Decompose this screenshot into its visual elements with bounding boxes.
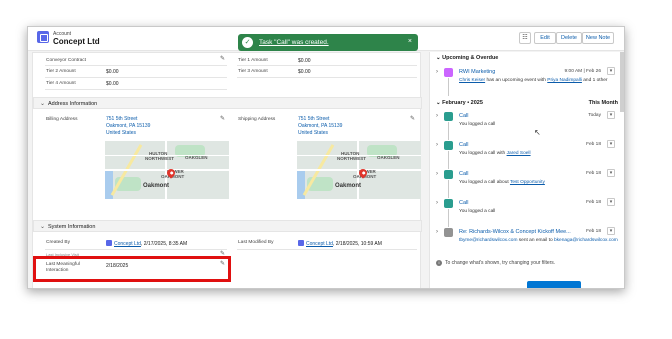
chevron-right-icon[interactable]: › <box>436 142 438 148</box>
shipping-address-line[interactable]: Oakmont, PA 15139 <box>298 123 342 129</box>
chevron-right-icon[interactable]: › <box>436 113 438 119</box>
call-icon <box>444 199 453 208</box>
field-label: Tier 3 Amount <box>238 69 268 74</box>
month-header[interactable]: ⌄ February • 2025 <box>436 100 483 106</box>
success-toast: ✓ Task "Call" was created. × <box>238 34 418 51</box>
user-icon <box>298 240 304 246</box>
created-by-label: Created By <box>46 240 70 245</box>
field-value: $0.00 <box>106 81 119 87</box>
edit-pencil-icon[interactable]: ✎ <box>220 55 225 62</box>
mouse-cursor-icon: ↖ <box>534 128 541 137</box>
item-menu-button[interactable]: ▾ <box>607 140 615 148</box>
salesforce-window: Account Concept Ltd ☷ Edit Delete New No… <box>27 26 625 289</box>
timeline-item-call[interactable]: › Call Today ▾ You logged a call <box>430 110 624 140</box>
field-label: Conveyor Contract <box>46 58 86 63</box>
filter-note: i To change what's shown, try changing yo… <box>436 260 621 274</box>
billing-address-line[interactable]: Oakmont, PA 15139 <box>106 123 150 129</box>
field-value: $0.00 <box>298 69 311 75</box>
timeline-item-event[interactable]: › RWI Marketing 9:00 AM | Feb 26 ▾ Chris… <box>430 66 624 96</box>
success-check-icon: ✓ <box>242 37 253 48</box>
call-icon <box>444 141 453 150</box>
scrollbar[interactable] <box>620 52 624 112</box>
created-by-value: Concept Ltd, 2/17/2025, 8:35 AM <box>106 240 187 247</box>
edit-button[interactable]: Edit <box>534 32 556 44</box>
email-icon <box>444 228 453 237</box>
account-icon <box>37 31 49 43</box>
edit-pencil-icon[interactable]: ✎ <box>410 115 415 122</box>
shipping-map[interactable]: HULTON NORTHWEST OAKGLEN LOWER OAKMONT O… <box>297 141 421 199</box>
field-value: $0.00 <box>298 58 311 64</box>
field-label: Tier 2 Amount <box>46 69 76 74</box>
view-more-button[interactable] <box>527 281 581 288</box>
billing-address-line[interactable]: 751 5th Street <box>106 116 137 122</box>
month-label: This Month <box>588 100 618 106</box>
chevron-down-icon: ⌄ <box>40 224 46 230</box>
edit-pencil-icon[interactable]: ✎ <box>220 115 225 122</box>
system-section-header[interactable]: ⌄ System Information <box>33 220 422 232</box>
call-icon <box>444 170 453 179</box>
toast-message-link[interactable]: Task "Call" was created. <box>259 39 329 46</box>
record-name: Concept Ltd <box>53 37 100 46</box>
highlight-box <box>33 256 231 282</box>
chevron-right-icon[interactable]: › <box>436 200 438 206</box>
chevron-right-icon[interactable]: › <box>436 229 438 235</box>
item-menu-button[interactable]: ▾ <box>607 227 615 235</box>
field-label: Tier 4 Amount <box>46 81 76 86</box>
call-icon <box>444 112 453 121</box>
hierarchy-icon[interactable]: ☷ <box>519 32 531 44</box>
timeline-item-call[interactable]: › Call Feb 18 ▾ You logged a call about … <box>430 168 624 198</box>
new-note-button[interactable]: New Note <box>582 32 614 44</box>
billing-address-label: Billing Address <box>46 117 78 122</box>
last-modified-label: Last Modified By <box>238 240 274 245</box>
item-menu-button[interactable]: ▾ <box>607 169 615 177</box>
billing-address-line[interactable]: United States <box>106 130 136 136</box>
close-icon[interactable]: × <box>408 38 412 45</box>
details-card: Conveyor Contract ✎ Tier 2 Amount $0.00 … <box>32 52 422 288</box>
event-icon <box>444 68 453 77</box>
details-panel: Conveyor Contract ✎ Tier 2 Amount $0.00 … <box>32 52 422 288</box>
field-value: $0.00 <box>106 69 119 75</box>
item-menu-button[interactable]: ▾ <box>607 111 615 119</box>
info-icon: i <box>436 260 442 266</box>
item-menu-button[interactable]: ▾ <box>607 67 615 75</box>
last-modified-value: Concept Ltd, 2/18/2025, 10:59 AM <box>298 240 382 247</box>
user-icon <box>106 240 112 246</box>
activity-timeline: ⌄ Upcoming & Overdue › RWI Marketing 9:0… <box>429 52 624 288</box>
item-menu-button[interactable]: ▾ <box>607 198 615 206</box>
timeline-item-call[interactable]: › Call Feb 18 ▾ You logged a call <box>430 197 624 227</box>
chevron-down-icon: ⌄ <box>40 101 46 107</box>
chevron-right-icon[interactable]: › <box>436 69 438 75</box>
billing-map[interactable]: HULTON NORTHWEST OAKGLEN LOWER OAKMONT O… <box>105 141 229 199</box>
field-label: Tier 1 Amount <box>238 58 268 63</box>
shipping-address-line[interactable]: United States <box>298 130 328 136</box>
delete-button[interactable]: Delete <box>556 32 582 44</box>
shipping-address-label: Shipping Address <box>238 117 276 122</box>
address-section-header[interactable]: ⌄ Address Information <box>33 97 422 109</box>
chevron-right-icon[interactable]: › <box>436 171 438 177</box>
upcoming-header[interactable]: ⌄ Upcoming & Overdue <box>436 55 498 61</box>
shipping-address-line[interactable]: 751 5th Street <box>298 116 329 122</box>
timeline-item-call[interactable]: › Call Feb 18 ▾ You logged a call with J… <box>430 139 624 169</box>
timeline-item-email[interactable]: › Re: Richards-Wilcox & Concept Kickoff … <box>430 226 624 256</box>
